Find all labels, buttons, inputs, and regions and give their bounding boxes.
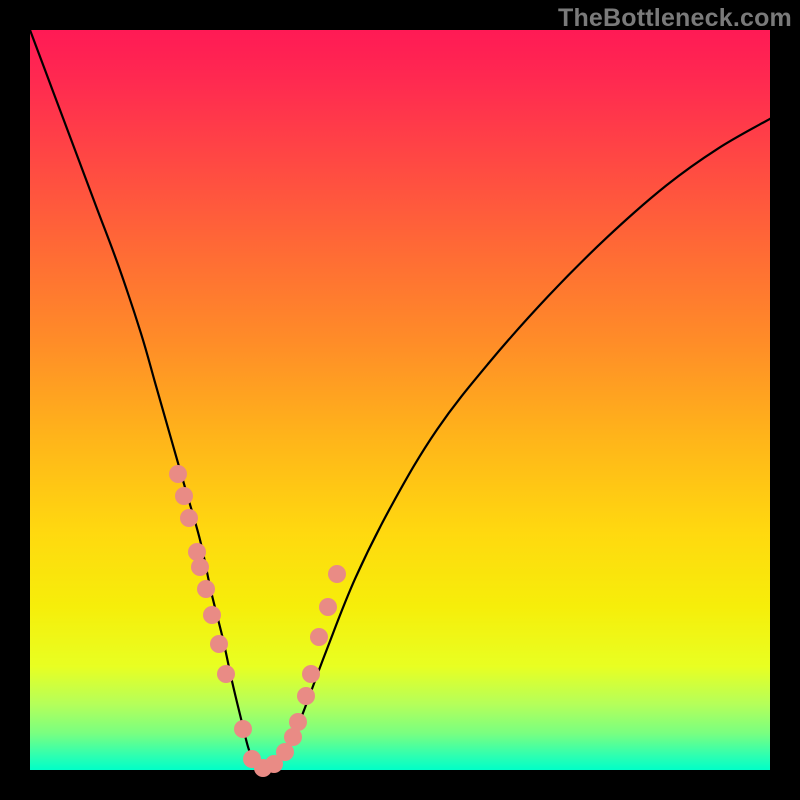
bottleneck-curve (30, 30, 770, 770)
watermark-text: TheBottleneck.com (558, 4, 792, 33)
scatter-dot (169, 465, 187, 483)
scatter-dot (210, 635, 228, 653)
scatter-dot (310, 628, 328, 646)
chart-frame: TheBottleneck.com (0, 0, 800, 800)
scatter-dot (234, 720, 252, 738)
scatter-dot (217, 665, 235, 683)
scatter-dot (180, 509, 198, 527)
scatter-dot (191, 558, 209, 576)
scatter-dot (328, 565, 346, 583)
scatter-dot (175, 487, 193, 505)
scatter-dot (289, 713, 307, 731)
scatter-dot (319, 598, 337, 616)
scatter-dot (302, 665, 320, 683)
scatter-dot (203, 606, 221, 624)
plot-area (30, 30, 770, 770)
scatter-dot (197, 580, 215, 598)
scatter-dot (297, 687, 315, 705)
